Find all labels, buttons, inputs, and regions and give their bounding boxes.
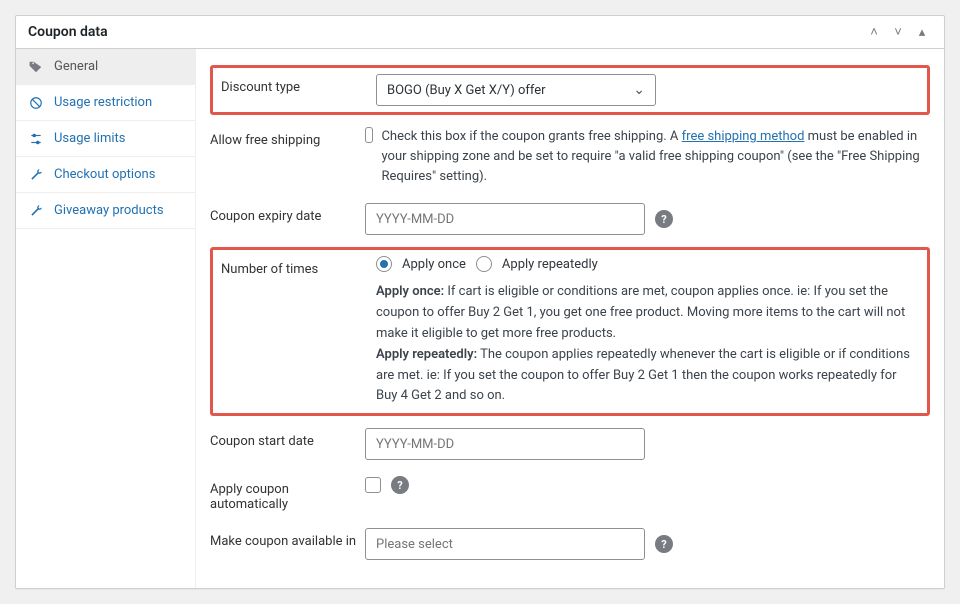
panel-body: General Usage restriction Usage limits C… [16, 49, 944, 588]
sidebar-item-label: Usage limits [54, 131, 125, 146]
free-shipping-checkbox[interactable] [365, 127, 373, 143]
highlight-number-of-times: Number of times Apply once Apply repeate… [210, 247, 930, 416]
sidebar-tab-giveaway-products[interactable]: Giveaway products [16, 193, 195, 229]
apply-once-radio[interactable] [376, 256, 392, 272]
apply-repeatedly-option: Apply repeatedly [502, 257, 598, 272]
sidebar-tab-checkout-options[interactable]: Checkout options [16, 157, 195, 193]
available-in-label: Make coupon available in [210, 528, 365, 549]
highlight-discount-type: Discount type BOGO (Buy X Get X/Y) offer… [210, 65, 930, 115]
panel-header: Coupon data ˄ ˅ ▴ [16, 16, 944, 49]
discount-type-select[interactable]: BOGO (Buy X Get X/Y) offer ⌄ [376, 74, 656, 106]
sidebar-tab-usage-restriction[interactable]: Usage restriction [16, 85, 195, 121]
number-of-times-label: Number of times [221, 256, 376, 277]
available-in-select[interactable]: Please select [365, 528, 645, 560]
apply-once-option: Apply once [402, 257, 466, 272]
wrench-icon [28, 204, 44, 218]
free-shipping-description: Check this box if the coupon grants free… [381, 127, 930, 187]
panel-move-up-icon[interactable]: ˄ [864, 24, 884, 40]
sidebar-tab-usage-limits[interactable]: Usage limits [16, 121, 195, 157]
sidebar-item-label: General [54, 59, 98, 74]
sidebar-item-label: Usage restriction [54, 95, 152, 110]
tag-icon [28, 60, 44, 74]
sidebar-item-label: Giveaway products [54, 203, 164, 218]
chevron-down-icon: ⌄ [633, 82, 645, 98]
help-icon[interactable]: ? [655, 210, 673, 228]
panel-move-down-icon[interactable]: ˅ [888, 24, 908, 40]
sliders-icon [28, 132, 44, 146]
expiry-date-label: Coupon expiry date [210, 203, 365, 224]
sidebar-tab-general[interactable]: General [16, 49, 195, 85]
panel-title: Coupon data [28, 24, 108, 40]
free-shipping-label: Allow free shipping [210, 127, 365, 148]
panel-controls: ˄ ˅ ▴ [864, 24, 932, 40]
panel-toggle-icon[interactable]: ▴ [912, 25, 932, 40]
help-icon[interactable]: ? [391, 476, 409, 494]
discount-type-value: BOGO (Buy X Get X/Y) offer [387, 83, 546, 98]
expiry-date-input[interactable]: YYYY-MM-DD [365, 203, 645, 235]
discount-type-label: Discount type [221, 74, 376, 95]
wrench-icon [28, 168, 44, 182]
free-shipping-method-link[interactable]: free shipping method [682, 129, 805, 144]
auto-apply-label: Apply coupon automatically [210, 476, 365, 512]
number-of-times-help: Apply once: If cart is eligible or condi… [376, 282, 919, 407]
form-content: Discount type BOGO (Buy X Get X/Y) offer… [196, 49, 944, 588]
sidebar: General Usage restriction Usage limits C… [16, 49, 196, 588]
start-date-label: Coupon start date [210, 428, 365, 449]
coupon-data-panel: Coupon data ˄ ˅ ▴ General Usage restrict… [15, 15, 945, 589]
help-icon[interactable]: ? [655, 535, 673, 553]
block-icon [28, 96, 44, 110]
start-date-input[interactable]: YYYY-MM-DD [365, 428, 645, 460]
sidebar-item-label: Checkout options [54, 167, 155, 182]
apply-repeatedly-radio[interactable] [476, 256, 492, 272]
auto-apply-checkbox[interactable] [365, 477, 381, 493]
